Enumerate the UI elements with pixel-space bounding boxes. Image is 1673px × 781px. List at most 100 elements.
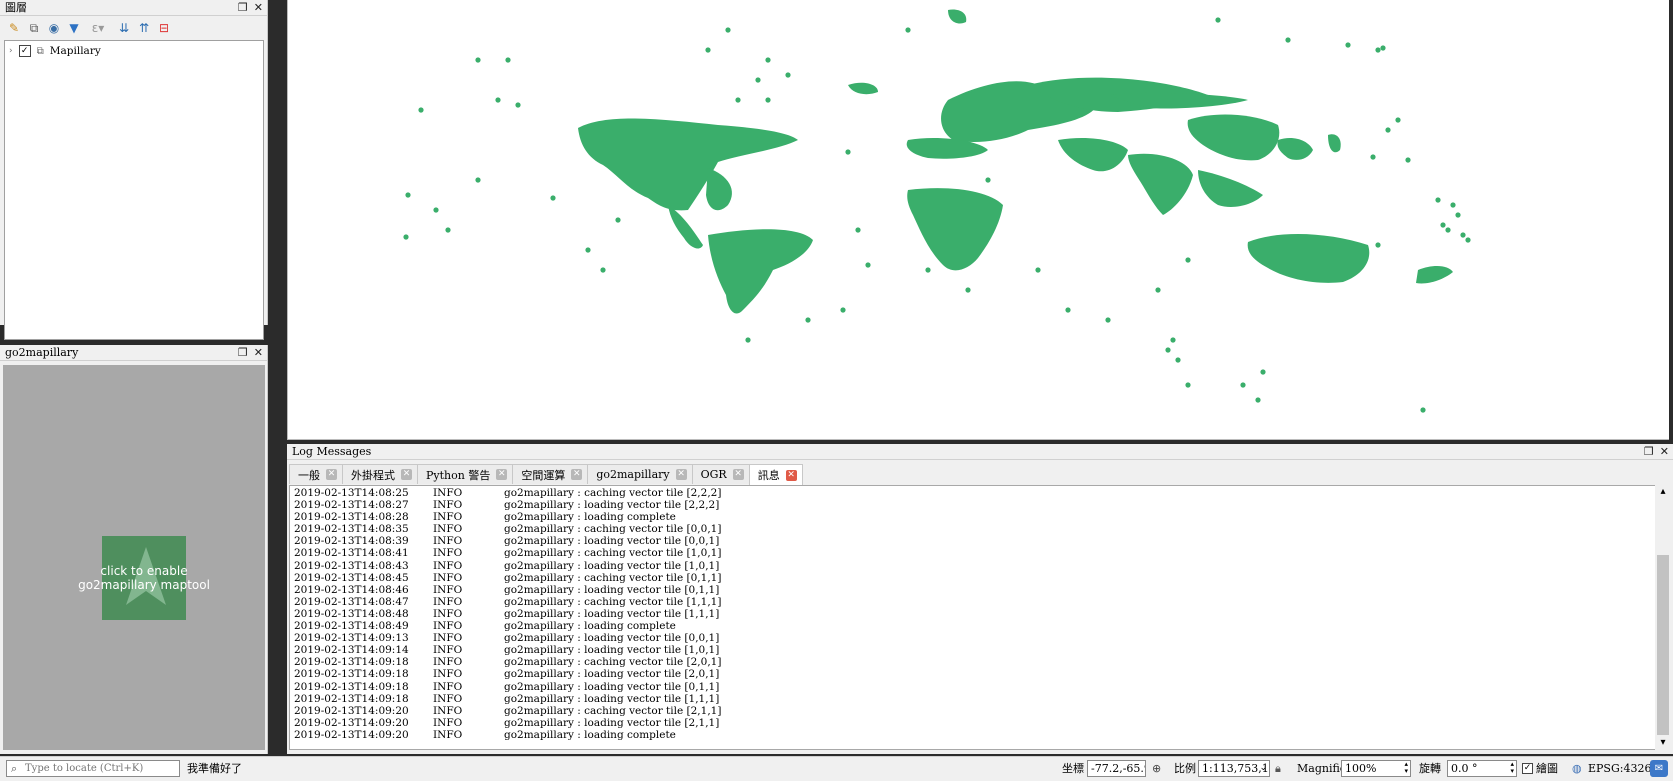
scroll-down-icon[interactable]: ▾ xyxy=(1655,736,1671,750)
log-level: INFO xyxy=(433,523,463,536)
extents-toggle-icon[interactable]: ⊕ xyxy=(1152,760,1161,777)
layer-tree[interactable]: › ✓ ⧉ Mapillary xyxy=(4,40,264,340)
chevron-right-icon[interactable]: › xyxy=(9,46,13,56)
enable-maptool-line2: go2mapillary maptool xyxy=(78,578,210,592)
log-message: go2mapillary : loading vector tile [2,1,… xyxy=(504,716,720,729)
manage-visibility-icon[interactable]: ◉ xyxy=(46,20,62,36)
scale-label: 比例 xyxy=(1174,762,1196,775)
layers-panel: 圖層 ❐ ✕ ✎ ⧉ ◉ ▼ ε▾ ⇊ ⇈ ⊟ › ✓ ⧉ Mapillary xyxy=(0,0,268,340)
tab-label: 一般 xyxy=(298,468,320,482)
render-checkbox[interactable]: ✓ xyxy=(1522,763,1533,774)
log-level: INFO xyxy=(433,704,463,717)
float-panel-icon[interactable]: ❐ xyxy=(238,345,248,361)
log-message: go2mapillary : caching vector tile [2,0,… xyxy=(504,656,722,669)
log-message: go2mapillary : loading vector tile [2,2,… xyxy=(504,499,720,512)
messages-icon[interactable]: ✉ xyxy=(1650,760,1668,777)
log-row: 2019-02-13T14:08:48 INFO go2mapillary : lo… xyxy=(290,608,1655,620)
log-level: INFO xyxy=(433,620,463,633)
chevron-down-icon[interactable]: ⌄ xyxy=(1259,761,1267,776)
log-level: INFO xyxy=(433,547,463,560)
log-time: 2019-02-13T14:08:46 xyxy=(294,583,409,596)
log-time: 2019-02-13T14:09:13 xyxy=(294,632,409,645)
log-level: INFO xyxy=(433,692,463,705)
tab-label: go2mapillary xyxy=(596,468,670,481)
log-message: go2mapillary : loading complete xyxy=(504,620,676,633)
log-level: INFO xyxy=(433,583,463,596)
close-tab-icon[interactable]: ✕ xyxy=(401,469,412,480)
map-canvas[interactable] xyxy=(287,0,1669,440)
log-level: INFO xyxy=(433,632,463,645)
log-time: 2019-02-13T14:08:25 xyxy=(294,487,409,499)
tab-plugins[interactable]: 外掛程式 ✕ xyxy=(342,464,418,484)
scroll-up-icon[interactable]: ▴ xyxy=(1655,485,1671,499)
close-tab-icon[interactable]: ✕ xyxy=(496,469,508,480)
tab-label: 外掛程式 xyxy=(351,468,395,482)
log-level: INFO xyxy=(433,668,463,681)
filter-icon[interactable]: ▼ xyxy=(66,20,82,36)
rotation-field[interactable]: 0.0 ° ▴ ▾ xyxy=(1447,760,1517,777)
log-row: 2019-02-13T14:09:18 INFO go2mapillary : lo… xyxy=(290,681,1655,693)
tab-processing[interactable]: 空間運算 ✕ xyxy=(512,464,589,484)
scale-field[interactable]: 1:113,753,196 ⌄ xyxy=(1198,760,1270,777)
log-time: 2019-02-13T14:09:18 xyxy=(294,692,409,705)
log-row: 2019-02-13T14:09:20 INFO go2mapillary : lo… xyxy=(290,717,1655,729)
close-tab-icon[interactable]: ✕ xyxy=(571,469,583,480)
log-row: 2019-02-13T14:09:18 INFO go2mapillary : lo… xyxy=(290,693,1655,705)
expand-all-icon[interactable]: ⇊ xyxy=(116,20,132,36)
status-message: 我準備好了 xyxy=(187,762,242,775)
close-tab-icon[interactable]: ✕ xyxy=(732,469,744,480)
collapse-all-icon[interactable]: ⇈ xyxy=(136,20,152,36)
log-level: INFO xyxy=(433,595,463,608)
log-scrollbar[interactable]: ▴ ▾ xyxy=(1655,485,1671,750)
tab-ogr[interactable]: OGR ✕ xyxy=(691,464,750,484)
log-row: 2019-02-13T14:09:13 INFO go2mapillary : lo… xyxy=(290,632,1655,644)
tab-general[interactable]: 一般 ✕ xyxy=(289,464,343,484)
log-panel-title: Log Messages xyxy=(292,445,372,458)
spin-arrows-icon[interactable]: ▴ ▾ xyxy=(1510,761,1514,775)
log-time: 2019-02-13T14:09:20 xyxy=(294,704,409,717)
log-row: 2019-02-13T14:08:28 INFO go2mapillary : lo… xyxy=(290,511,1655,523)
close-tab-icon[interactable]: ✕ xyxy=(785,469,797,481)
log-time: 2019-02-13T14:09:20 xyxy=(294,716,409,729)
tab-python-warnings[interactable]: Python 警告 ✕ xyxy=(417,464,514,484)
log-row: 2019-02-13T14:08:45 INFO go2mapillary : ca… xyxy=(290,572,1655,584)
enable-maptool-button[interactable]: click to enable go2mapillary maptool xyxy=(78,536,210,620)
crs-button[interactable]: EPSG:4326 xyxy=(1588,760,1651,777)
close-panel-icon[interactable]: ✕ xyxy=(254,345,263,361)
locate-search-input[interactable] xyxy=(25,761,175,775)
magnifier-field[interactable]: 100% ▴ ▾ xyxy=(1341,760,1411,777)
log-time: 2019-02-13T14:09:18 xyxy=(294,680,409,693)
add-group-icon[interactable]: ⧉ xyxy=(26,20,42,36)
log-row: 2019-02-13T14:09:20 INFO go2mapillary : lo… xyxy=(290,729,1655,741)
tab-go2mapillary[interactable]: go2mapillary ✕ xyxy=(587,464,693,484)
layer-visibility-checkbox[interactable]: ✓ xyxy=(18,45,31,57)
close-panel-icon[interactable]: ✕ xyxy=(254,0,263,16)
log-message: go2mapillary : loading complete xyxy=(504,728,676,741)
log-level: INFO xyxy=(433,728,463,741)
log-row: 2019-02-13T14:08:41 INFO go2mapillary : ca… xyxy=(290,547,1655,559)
render-label: 繪圖 xyxy=(1536,762,1558,775)
close-panel-icon[interactable]: ✕ xyxy=(1660,444,1669,460)
log-level: INFO xyxy=(433,656,463,669)
go2mapillary-panel-title: go2mapillary xyxy=(5,346,79,359)
lock-scale-icon[interactable]: 🔒︎ xyxy=(1275,760,1281,777)
tab-messages[interactable]: 訊息 ✕ xyxy=(748,464,803,485)
spin-arrows-icon[interactable]: ▴ ▾ xyxy=(1404,761,1408,775)
coordinate-field[interactable]: -77.2,-65.9 xyxy=(1087,760,1146,777)
float-panel-icon[interactable]: ❐ xyxy=(1644,444,1654,460)
close-tab-icon[interactable]: ✕ xyxy=(326,469,337,480)
close-tab-icon[interactable]: ✕ xyxy=(675,469,687,480)
style-brush-icon[interactable]: ✎ xyxy=(6,20,22,36)
remove-layer-icon[interactable]: ⊟ xyxy=(156,20,172,36)
tab-label: 空間運算 xyxy=(521,468,566,482)
locate-search-field[interactable]: ⌕ xyxy=(6,760,180,777)
tab-label: OGR xyxy=(700,468,727,481)
layer-tree-item[interactable]: › ✓ ⧉ Mapillary xyxy=(9,44,101,58)
log-level: INFO xyxy=(433,499,463,512)
log-message: go2mapillary : caching vector tile [1,1,… xyxy=(504,595,722,608)
search-icon: ⌕ xyxy=(11,762,18,775)
filter-expression-icon[interactable]: ε▾ xyxy=(86,20,110,36)
scrollbar-thumb[interactable] xyxy=(1657,555,1669,735)
log-text-area[interactable]: 2019-02-13T14:08:25 INFO go2mapillary : ca… xyxy=(289,485,1656,750)
float-panel-icon[interactable]: ❐ xyxy=(238,0,248,16)
